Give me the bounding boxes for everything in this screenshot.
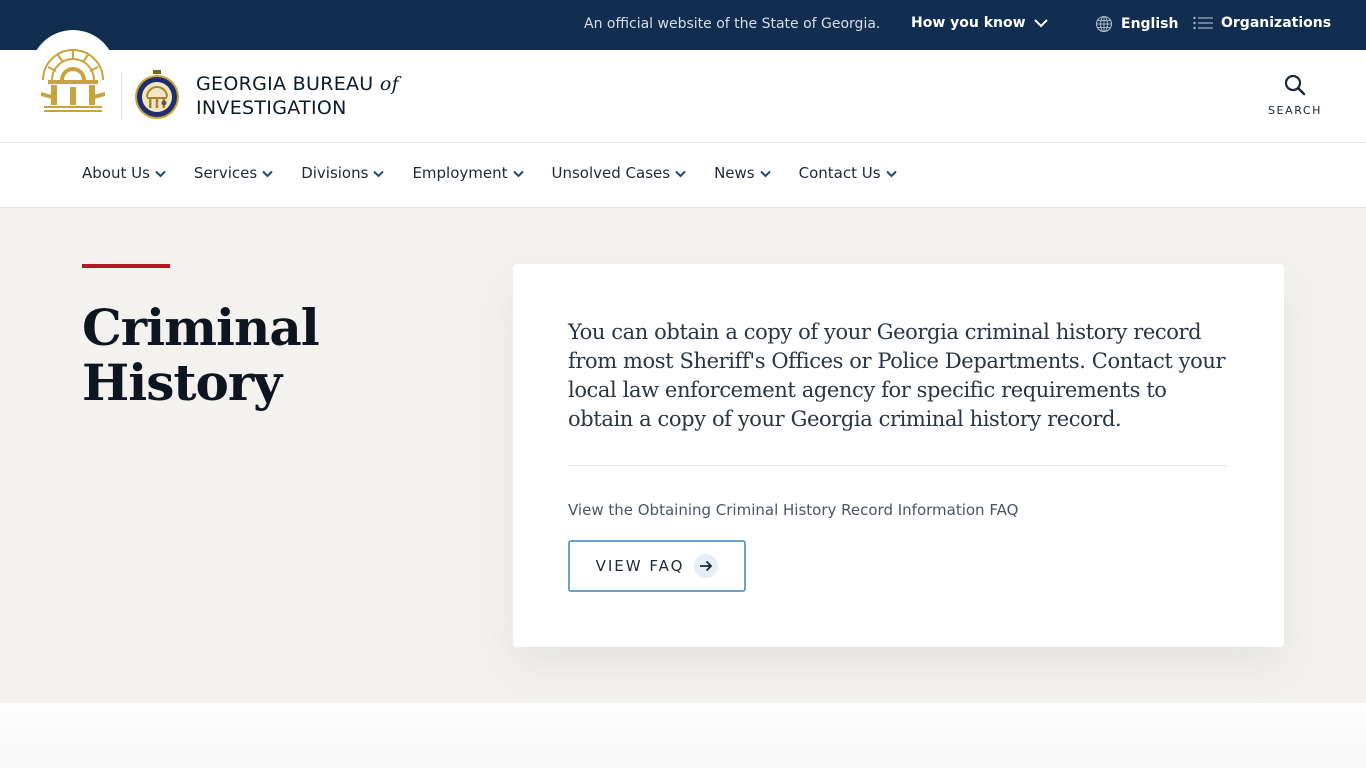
page-title-line1: Criminal [82, 298, 320, 357]
language-selector[interactable]: English [1095, 15, 1178, 33]
chevron-down-icon [885, 170, 897, 178]
search-button[interactable]: SEARCH [1262, 74, 1328, 124]
chevron-down-icon [512, 170, 524, 178]
nav-item-label: Divisions [301, 164, 369, 182]
lead-paragraph: You can obtain a copy of your Georgia cr… [568, 320, 1226, 431]
nav-item-divisions[interactable]: Divisions [301, 164, 385, 182]
view-faq-button[interactable]: VIEW FAQ [568, 540, 746, 592]
nav-item-label: Employment [412, 164, 508, 182]
nav-item-label: News [714, 164, 755, 182]
main-navigation: About Us Services Divisions Employment U… [0, 143, 1366, 208]
page-title-line2: History [82, 353, 282, 412]
faq-description: View the Obtaining Criminal History Reco… [568, 501, 1019, 519]
chevron-down-icon [373, 170, 385, 178]
hero-section: Criminal History You can obtain a copy o… [0, 208, 1366, 703]
globe-icon [1095, 15, 1113, 33]
info-card: You can obtain a copy of your Georgia cr… [513, 264, 1284, 647]
how-you-know-label: How you know [911, 15, 1026, 31]
nav-item-contact-us[interactable]: Contact Us [799, 164, 897, 182]
how-you-know-toggle[interactable]: How you know [911, 15, 1048, 31]
nav-item-employment[interactable]: Employment [412, 164, 524, 182]
gbi-seal-logo[interactable] [134, 70, 180, 120]
site-name-line1: GEORGIA BUREAU [196, 73, 374, 95]
nav-item-label: Unsolved Cases [551, 164, 671, 182]
chevron-down-icon [1033, 19, 1048, 28]
search-label: SEARCH [1267, 104, 1323, 117]
georgia-capitol-arch-logo[interactable] [38, 40, 108, 116]
organizations-menu[interactable]: Organizations [1193, 15, 1331, 31]
nav-item-label: Contact Us [798, 164, 881, 182]
arrow-right-icon [694, 554, 719, 578]
chevron-down-icon [262, 170, 273, 178]
nav-item-about-us[interactable]: About Us [82, 164, 166, 182]
card-divider [568, 465, 1228, 466]
chevron-down-icon [155, 170, 166, 178]
nav-item-label: Services [193, 164, 258, 182]
list-icon [1193, 16, 1213, 30]
organizations-label: Organizations [1221, 15, 1332, 31]
below-hero-section [0, 703, 1366, 768]
search-icon [1284, 74, 1306, 96]
chevron-down-icon [759, 170, 771, 178]
nav-item-services[interactable]: Services [194, 164, 273, 182]
logo-divider [121, 72, 122, 120]
language-label: English [1121, 16, 1179, 32]
site-name[interactable]: GEORGIA BUREAU of INVESTIGATION [196, 72, 399, 120]
nav-item-label: About Us [82, 164, 150, 182]
site-name-line2: INVESTIGATION [196, 97, 347, 119]
site-name-of: of [379, 73, 399, 95]
page-title: Criminal History [82, 300, 442, 410]
nav-item-news[interactable]: News [714, 164, 771, 182]
chevron-down-icon [675, 170, 686, 178]
view-faq-label: VIEW FAQ [595, 557, 685, 575]
official-site-banner: An official website of the State of Geor… [0, 0, 1366, 50]
nav-item-unsolved-cases[interactable]: Unsolved Cases [552, 164, 687, 182]
title-accent-bar [82, 264, 170, 268]
official-site-text: An official website of the State of Geor… [584, 16, 881, 32]
